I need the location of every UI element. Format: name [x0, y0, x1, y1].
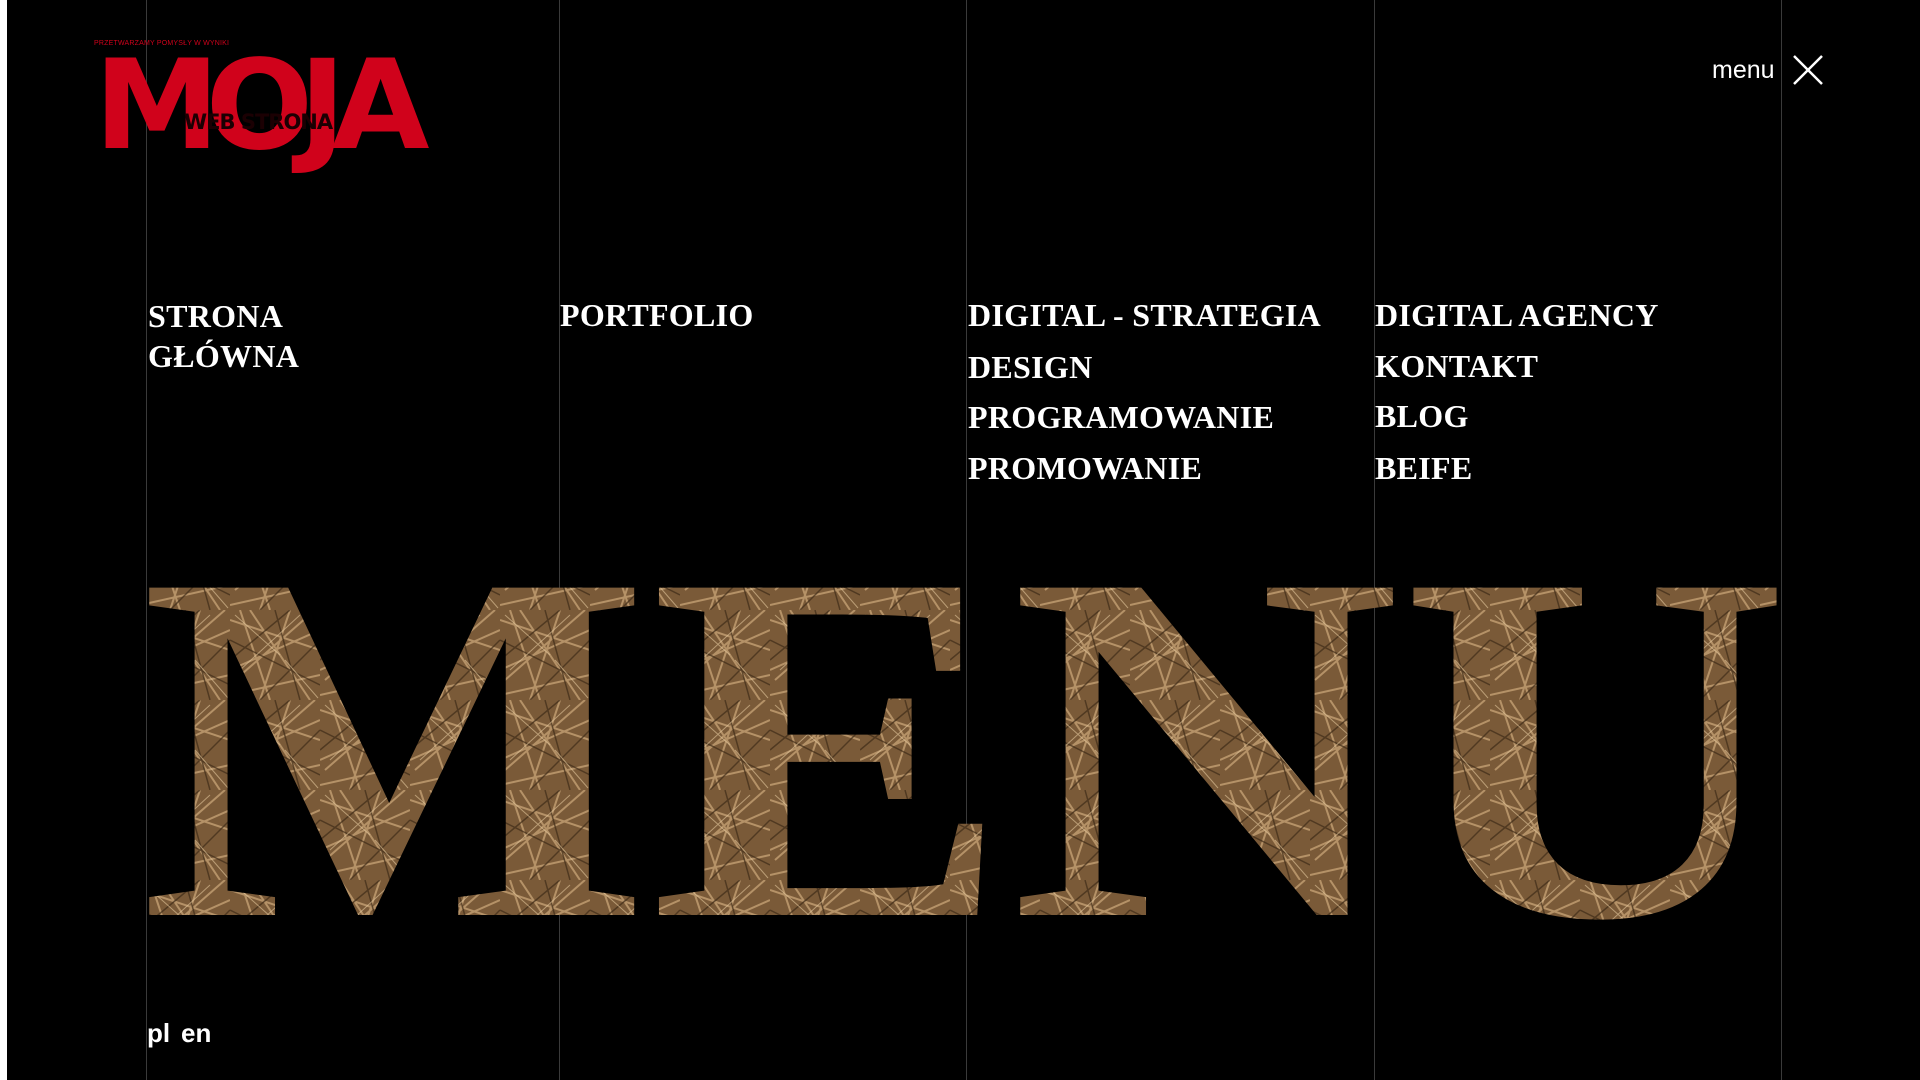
nav-contact[interactable]: KONTAKT	[1375, 346, 1538, 386]
nav-promotion[interactable]: PROMOWANIE	[968, 448, 1202, 488]
close-icon[interactable]	[1791, 53, 1825, 87]
nav-portfolio[interactable]: PORTFOLIO	[560, 295, 754, 335]
nav-blog[interactable]: BLOG	[1375, 396, 1469, 436]
hero-menu-word: MENU	[140, 520, 1790, 940]
nav-design[interactable]: DESIGN	[968, 347, 1093, 387]
nav-home[interactable]: STRONA GŁÓWNA	[148, 296, 348, 376]
logo-subtitle: WEB STRONA	[184, 110, 333, 134]
menu-label: menu	[1712, 55, 1775, 84]
nav-programming[interactable]: PROGRAMOWANIE	[968, 397, 1274, 437]
menu-close-button[interactable]: menu	[1712, 50, 1825, 90]
lang-en[interactable]: en	[181, 1018, 211, 1049]
logo-dot	[242, 88, 258, 104]
nav-digital-agency[interactable]: DIGITAL AGENCY	[1375, 295, 1659, 335]
nav-beife[interactable]: BEIFE	[1375, 448, 1473, 488]
brand-logo[interactable]: PRZETWARZAMY POMYSŁY W WYNIKI MOJA WEB S…	[94, 40, 456, 168]
lang-pl[interactable]: pl	[147, 1018, 170, 1049]
hero-menu-text: MENU	[140, 520, 1790, 940]
left-edge-strip	[0, 0, 7, 1080]
logo-wordmark: MOJA	[94, 34, 429, 178]
nav-digital-strategy[interactable]: DIGITAL - STRATEGIA	[968, 295, 1321, 335]
